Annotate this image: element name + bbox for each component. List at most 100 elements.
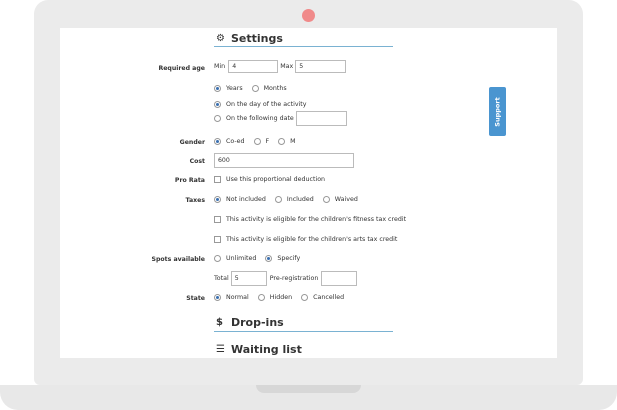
spots-row: Unlimited Specify (214, 255, 309, 262)
option-label: This activity is eligible for the childr… (226, 216, 407, 223)
support-label: Support (493, 96, 502, 127)
spots-label: Spots available (151, 256, 205, 263)
cost-row: 600 (214, 153, 354, 168)
gear-icon: ⚙ (216, 33, 225, 44)
option-label: Co-ed (226, 138, 245, 145)
radio-button[interactable] (253, 138, 261, 145)
unit-months-option[interactable]: Months (251, 85, 287, 92)
gender-f-option[interactable]: F (253, 138, 270, 145)
pre-registration-label: Pre-registration (269, 275, 319, 282)
fitness-credit-option[interactable]: This activity is eligible for the childr… (214, 216, 406, 223)
on-following-option[interactable]: On the following date (214, 115, 294, 122)
option-label: Normal (226, 294, 249, 301)
option-label: Cancelled (313, 294, 345, 301)
option-label: On the day of the activity (226, 101, 307, 108)
option-label: Hidden (269, 294, 293, 301)
app-screen: ⚙ Settings Required age Min 4 Max 5 Year… (60, 28, 557, 358)
option-label: Use this proportional deduction (226, 176, 326, 183)
spots-specify-option[interactable]: Specify (265, 255, 300, 262)
option-label: Unlimited (226, 255, 257, 262)
taxes-row: Not included Included Waived (214, 196, 367, 203)
checkbox[interactable] (214, 236, 221, 243)
max-label: Max (280, 63, 294, 70)
taxes-label: Taxes (185, 197, 205, 204)
dropins-divider (214, 331, 393, 332)
required-age-row: Min 4 Max 5 (214, 60, 347, 73)
pro-rata-label: Pro Rata (174, 177, 205, 184)
option-label: Included (286, 196, 314, 203)
dropins-heading[interactable]: $ Drop-ins (216, 316, 284, 329)
min-label: Min (214, 63, 226, 70)
dropins-title: Drop-ins (231, 316, 284, 329)
cost-input[interactable]: 600 (214, 153, 354, 168)
tax-included-option[interactable]: Included (274, 196, 314, 203)
state-row: Normal Hidden Cancelled (214, 294, 353, 301)
radio-button[interactable] (251, 85, 259, 92)
state-normal-option[interactable]: Normal (214, 294, 249, 301)
pre-registration-input[interactable] (321, 271, 358, 286)
radio-button[interactable] (214, 138, 221, 145)
checkbox[interactable] (214, 216, 221, 223)
camera-dot (302, 9, 315, 22)
tax-waived-option[interactable]: Waived (322, 196, 358, 203)
age-on-day-row: On the day of the activity (214, 101, 316, 108)
option-label: This activity is eligible for the childr… (226, 236, 398, 243)
option-label: Waived (334, 196, 358, 203)
radio-button[interactable] (301, 294, 309, 301)
following-date-input[interactable] (295, 111, 347, 126)
pro-rata-row: Use this proportional deduction (214, 176, 334, 183)
fitness-credit-row: This activity is eligible for the childr… (214, 216, 415, 223)
gender-coed-option[interactable]: Co-ed (214, 138, 245, 145)
total-label: Total (214, 275, 229, 282)
option-label: Not included (226, 196, 266, 203)
radio-button[interactable] (214, 196, 221, 203)
pro-rata-option[interactable]: Use this proportional deduction (214, 176, 325, 183)
radio-button[interactable] (214, 101, 221, 108)
option-label: Years (226, 85, 243, 92)
radio-button[interactable] (214, 255, 221, 262)
age-following-row: On the following date (214, 111, 347, 126)
option-label: Months (263, 85, 287, 92)
state-label: State (186, 295, 205, 302)
gender-label: Gender (179, 139, 205, 146)
option-label: Specify (277, 255, 301, 262)
settings-title: Settings (231, 32, 283, 45)
spots-unlimited-option[interactable]: Unlimited (214, 255, 256, 262)
radio-button[interactable] (257, 294, 265, 301)
required-age-label: Required age (158, 65, 205, 72)
arts-credit-option[interactable]: This activity is eligible for the childr… (214, 236, 397, 243)
age-unit-row: Years Months (214, 85, 296, 92)
waiting-list-heading[interactable]: ☰ Waiting list (216, 343, 302, 356)
arts-credit-row: This activity is eligible for the childr… (214, 236, 406, 243)
settings-divider (214, 46, 393, 47)
min-age-input[interactable]: 4 (228, 60, 279, 73)
option-label: M (290, 138, 296, 145)
list-icon: ☰ (216, 344, 225, 355)
unit-years-option[interactable]: Years (214, 85, 243, 92)
radio-button[interactable] (274, 196, 282, 203)
option-label: On the following date (226, 115, 294, 122)
option-label: F (265, 138, 270, 145)
cost-label: Cost (189, 158, 205, 165)
laptop-notch (256, 385, 361, 393)
radio-button[interactable] (214, 294, 221, 301)
radio-button[interactable] (214, 115, 221, 122)
dollar-icon: $ (216, 317, 223, 328)
on-day-option[interactable]: On the day of the activity (214, 101, 307, 108)
state-hidden-option[interactable]: Hidden (257, 294, 293, 301)
gender-m-option[interactable]: M (278, 138, 296, 145)
radio-button[interactable] (322, 196, 330, 203)
total-spots-input[interactable]: 5 (230, 271, 267, 286)
waiting-list-title: Waiting list (231, 343, 302, 356)
tax-not-included-option[interactable]: Not included (214, 196, 266, 203)
max-age-input[interactable]: 5 (295, 60, 347, 73)
radio-button[interactable] (214, 85, 221, 92)
spots-totals-row: Total 5 Pre-registration (214, 271, 358, 286)
checkbox[interactable] (214, 176, 221, 183)
state-cancelled-option[interactable]: Cancelled (301, 294, 344, 301)
radio-button[interactable] (278, 138, 286, 145)
radio-button[interactable] (265, 255, 273, 262)
gender-row: Co-ed F M (214, 138, 305, 145)
support-tab[interactable]: Support (489, 87, 506, 136)
settings-heading: ⚙ Settings (216, 32, 283, 45)
